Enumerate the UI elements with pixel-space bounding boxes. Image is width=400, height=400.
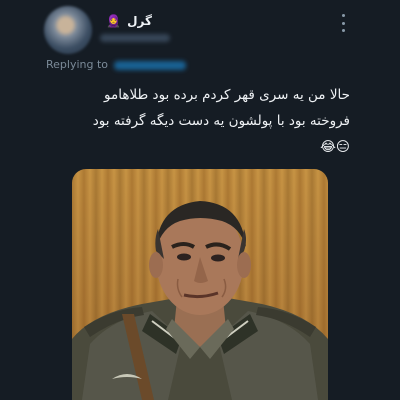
badge-emoji-icon: 🧕 <box>106 14 122 28</box>
reply-handle-redacted[interactable] <box>113 60 186 70</box>
more-vertical-icon[interactable] <box>340 14 346 32</box>
tweet-emoji-line: 😑😂 <box>320 139 350 155</box>
author-handle-redacted <box>100 34 170 42</box>
photo-illustration <box>72 201 328 400</box>
tweet-text-line-1: حالا من یه سری قهر کردم برده بود طلاهامو <box>104 87 350 103</box>
replying-to-label: Replying to <box>46 58 109 71</box>
avatar[interactable] <box>44 6 92 54</box>
tweet[interactable]: 🧕 گرل Replying to حالا من یه سری قهر کرد… <box>0 0 400 400</box>
author-display-name[interactable]: گرل <box>127 14 152 28</box>
replying-to: Replying to <box>46 58 186 71</box>
tweet-text: حالا من یه سری قهر کردم برده بود طلاهامو… <box>30 82 350 160</box>
tweet-text-line-2: فروخته بود با پولشون یه دست دیگه گرفته ب… <box>92 113 350 129</box>
tweet-media-photo[interactable] <box>72 169 328 400</box>
author-name-row[interactable]: 🧕 گرل <box>106 14 152 28</box>
